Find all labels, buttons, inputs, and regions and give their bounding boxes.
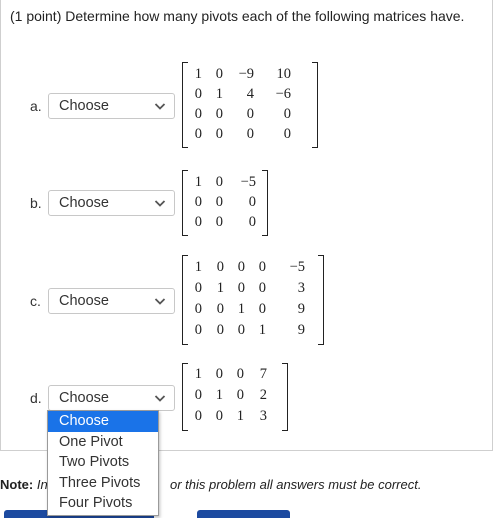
problem-statement: (1 point) Determine how many pivots each… (10, 8, 465, 24)
part-c-select-value: Choose (59, 293, 109, 309)
part-c-label: c. (30, 293, 41, 309)
part-b-select[interactable]: Choose (48, 190, 175, 216)
matrix-right-bracket (262, 170, 268, 236)
matrix-entry: 0 (216, 301, 224, 317)
chevron-down-icon (154, 200, 166, 207)
matrix-entry: −5 (289, 259, 305, 275)
matrix-entry: 10 (276, 66, 292, 82)
matrix-entry: 0 (215, 174, 223, 190)
matrix-entry: 0 (246, 126, 254, 142)
matrix-left-bracket (182, 62, 188, 148)
matrix-entry: 1 (215, 387, 223, 403)
chevron-down-icon (154, 298, 166, 305)
matrix-entry: 1 (236, 408, 244, 424)
matrix-entry: 1 (216, 280, 224, 296)
matrix-entry: 0 (237, 280, 245, 296)
panel-border-left (0, 0, 1, 450)
matrix-entry: 0 (258, 280, 266, 296)
matrix-entry: 0 (194, 106, 202, 122)
matrix-entry: −5 (240, 174, 256, 190)
option-three-pivots[interactable]: Three Pivots (48, 473, 158, 494)
matrix-entry: 0 (194, 86, 202, 102)
matrix-entry: 0 (248, 194, 256, 210)
matrix-entry: 1 (194, 66, 202, 82)
matrix-entry: 0 (194, 194, 202, 210)
matrix-b: 1 0 −5 0 0 0 0 0 0 (182, 170, 268, 236)
matrix-entry: 7 (259, 366, 267, 382)
matrix-right-bracket (312, 62, 318, 148)
matrix-entry: 4 (246, 86, 254, 102)
matrix-a: 1 0 −9 10 0 1 4 −6 0 0 0 0 0 0 0 0 (182, 62, 318, 148)
matrix-entry: 0 (236, 366, 244, 382)
matrix-entry: 0 (258, 259, 266, 275)
matrix-right-bracket (282, 363, 288, 431)
matrix-entry: 0 (215, 366, 223, 382)
matrix-entry: 0 (236, 387, 244, 403)
note-text-start: Note: In (0, 477, 48, 492)
matrix-entry: 0 (237, 259, 245, 275)
matrix-entry: 9 (297, 301, 305, 317)
matrix-left-bracket (182, 255, 188, 345)
matrix-entry: 1 (215, 86, 223, 102)
matrix-entry: 1 (237, 301, 245, 317)
part-c-select[interactable]: Choose (48, 288, 175, 314)
matrix-entry: 0 (215, 194, 223, 210)
part-a-select[interactable]: Choose (48, 93, 175, 119)
matrix-entry: 3 (259, 408, 267, 424)
matrix-entry: 0 (194, 126, 202, 142)
part-a-select-value: Choose (59, 98, 109, 114)
matrix-entry: 0 (194, 280, 202, 296)
matrix-entry: 0 (283, 126, 291, 142)
matrix-entry: 1 (194, 174, 202, 190)
option-two-pivots[interactable]: Two Pivots (48, 452, 158, 473)
matrix-c: 1 0 0 0 −5 0 1 0 0 3 0 0 1 0 9 0 0 0 1 9 (182, 255, 324, 345)
matrix-entry: 0 (215, 408, 223, 424)
part-b-label: b. (30, 195, 42, 211)
matrix-entry: 0 (194, 387, 202, 403)
note-bold-label: Note: (0, 477, 34, 492)
matrix-entry: 1 (194, 259, 202, 275)
matrix-entry: 1 (258, 322, 266, 338)
chevron-down-icon (154, 103, 166, 110)
matrix-entry: 0 (215, 66, 223, 82)
part-d-label: d. (30, 390, 42, 406)
part-d-select[interactable]: Choose (48, 385, 175, 411)
matrix-entry: −9 (238, 66, 254, 82)
option-four-pivots[interactable]: Four Pivots (48, 493, 158, 514)
matrix-entry: 0 (237, 322, 245, 338)
matrix-entry: 0 (216, 259, 224, 275)
matrix-entry: 0 (194, 408, 202, 424)
matrix-entry: 0 (216, 322, 224, 338)
matrix-d: 100701020013 (182, 363, 288, 431)
part-a-label: a. (30, 98, 42, 114)
note-text-end: or this problem all answers must be corr… (170, 477, 422, 492)
matrix-entry: 0 (194, 301, 202, 317)
preview-button[interactable] (197, 510, 290, 518)
chevron-down-icon (154, 395, 166, 402)
matrix-entry: −6 (275, 86, 291, 102)
option-one-pivot[interactable]: One Pivot (48, 432, 158, 453)
matrix-entry: 3 (297, 280, 305, 296)
matrix-entry: 0 (246, 106, 254, 122)
part-b-select-value: Choose (59, 195, 109, 211)
matrix-entry: 1 (194, 366, 202, 382)
matrix-entry: 0 (215, 126, 223, 142)
matrix-entry: 9 (297, 322, 305, 338)
matrix-entry: 0 (258, 301, 266, 317)
matrix-right-bracket (318, 255, 324, 345)
part-d-options-list[interactable]: Choose One Pivot Two Pivots Three Pivots… (47, 410, 159, 516)
matrix-entry: 0 (194, 214, 202, 230)
matrix-left-bracket (182, 170, 188, 236)
matrix-entry: 2 (259, 387, 267, 403)
option-choose[interactable]: Choose (48, 411, 158, 432)
matrix-entry: 0 (215, 214, 223, 230)
matrix-entry: 0 (215, 106, 223, 122)
part-d-select-value: Choose (59, 390, 109, 406)
matrix-entry: 0 (283, 106, 291, 122)
matrix-left-bracket (182, 363, 188, 431)
matrix-entry: 0 (248, 214, 256, 230)
matrix-entry: 0 (194, 322, 202, 338)
